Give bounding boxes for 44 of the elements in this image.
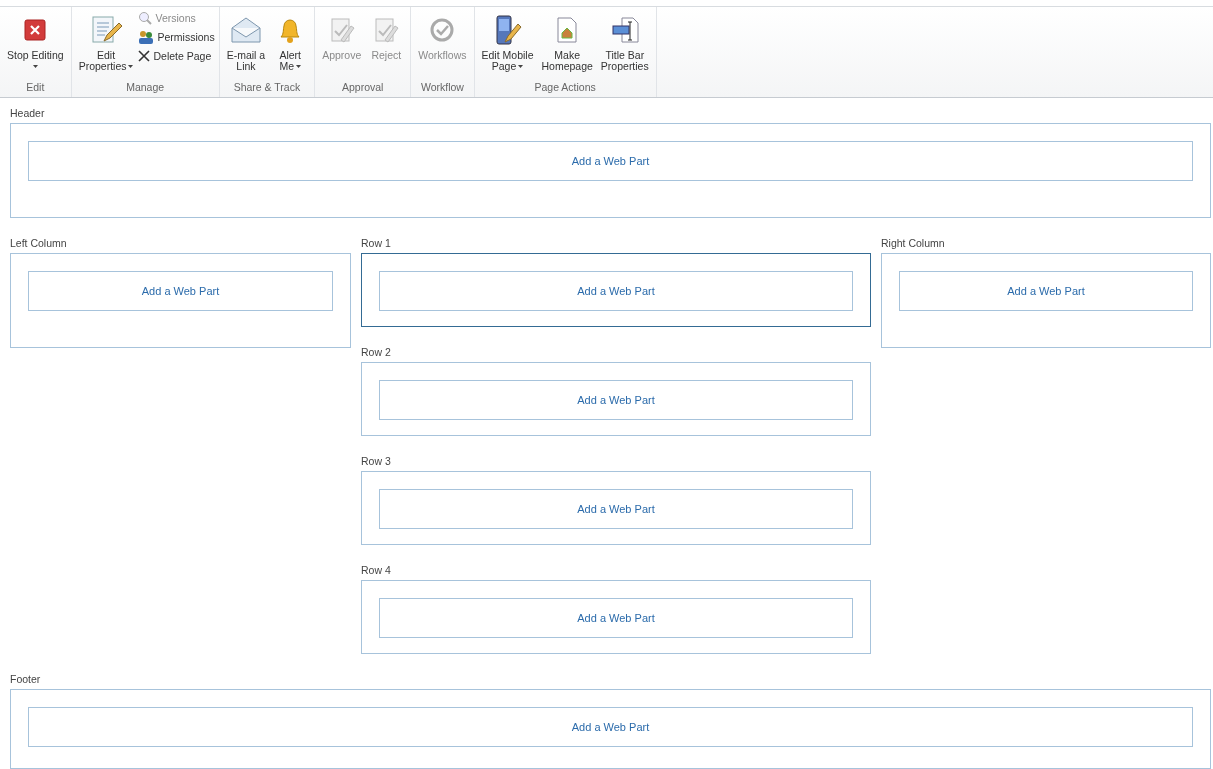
add-web-part-link[interactable]: Add a Web Part xyxy=(379,271,853,311)
group-label: Page Actions xyxy=(533,81,597,95)
zone-label: Right Column xyxy=(881,236,946,251)
caret-icon xyxy=(518,65,524,68)
caret-icon xyxy=(296,65,301,68)
magnifier-icon xyxy=(138,10,153,25)
zone-label: Row 3 xyxy=(361,454,392,469)
ribbon-button[interactable]: E-mail a Link xyxy=(223,13,269,72)
ribbon-small-button[interactable]: Delete Page xyxy=(138,46,215,65)
ribbon-button[interactable]: Make Homepage xyxy=(538,13,596,72)
document-text-cursor-icon xyxy=(609,16,640,44)
zone-label: Footer xyxy=(10,672,42,687)
add-web-part-link[interactable]: Add a Web Part xyxy=(379,489,853,529)
caret-icon xyxy=(128,65,134,68)
zone-label: Row 1 xyxy=(361,236,392,251)
document-pencil-icon xyxy=(90,14,123,46)
x-icon xyxy=(138,49,151,62)
group-label: Share & Track xyxy=(232,81,302,95)
people-icon xyxy=(138,29,155,44)
add-web-part-link[interactable]: Add a Web Part xyxy=(28,707,1193,747)
ribbon-button[interactable]: Stop Editing xyxy=(4,13,67,72)
group-label: Manage xyxy=(125,81,166,95)
ribbon-button[interactable]: Edit Properties xyxy=(75,13,137,72)
group-label: Approval xyxy=(341,81,385,95)
document-house-icon xyxy=(555,16,580,44)
circular-check-icon xyxy=(429,17,456,43)
add-web-part-link[interactable]: Add a Web Part xyxy=(899,271,1193,311)
group-label: Edit xyxy=(25,81,46,95)
zone-label: Left Column xyxy=(10,236,68,251)
add-web-part-link[interactable]: Add a Web Part xyxy=(28,141,1193,181)
zone-label: Row 4 xyxy=(361,563,392,578)
group-label: Workflow xyxy=(419,81,465,95)
add-web-part-link[interactable]: Add a Web Part xyxy=(28,271,333,311)
ribbon-button[interactable]: Alert Me xyxy=(270,13,311,72)
ribbon-small-button[interactable]: Permissions xyxy=(138,27,215,46)
add-web-part-link[interactable]: Add a Web Part xyxy=(379,380,853,420)
ribbon-button[interactable]: Title Bar Properties xyxy=(597,13,652,72)
add-web-part-link[interactable]: Add a Web Part xyxy=(379,598,853,638)
caret-icon xyxy=(32,65,38,68)
ribbon-button[interactable]: Edit Mobile Page xyxy=(478,13,537,72)
zone-label: Row 2 xyxy=(361,345,392,360)
envelope-icon xyxy=(229,16,262,44)
zone-label: Header xyxy=(10,106,46,121)
close-icon xyxy=(24,19,47,41)
